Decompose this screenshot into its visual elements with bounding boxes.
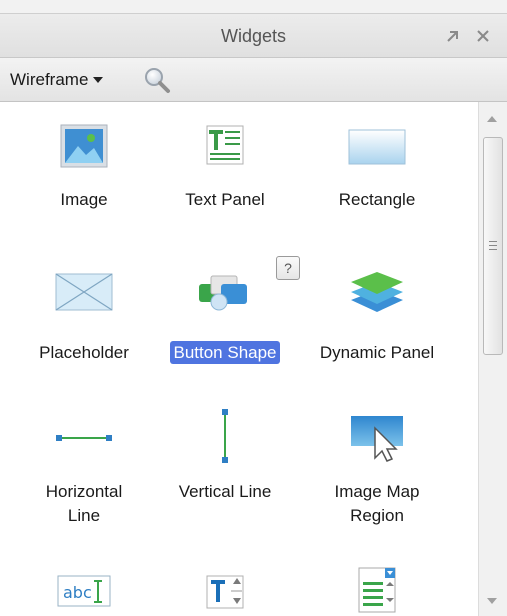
widget-label: Placeholder — [39, 343, 129, 362]
widget-image[interactable]: Image — [9, 120, 159, 220]
scroll-down-arrow[interactable] — [487, 598, 497, 604]
library-dropdown[interactable]: Wireframe — [10, 68, 104, 92]
widget-label: Image — [60, 190, 108, 209]
pin-icon[interactable] — [442, 25, 464, 47]
widget-label: Vertical Line — [178, 482, 272, 501]
panel-title: Widgets — [220, 26, 287, 46]
widget-horizontal-line[interactable]: Horizontal Line — [9, 412, 159, 542]
widget-rectangle[interactable]: Rectangle — [302, 120, 452, 220]
scroll-grip-line — [489, 241, 497, 242]
dynamic-panel-icon — [351, 272, 403, 312]
scroll-up-arrow[interactable] — [487, 116, 497, 122]
text-field-icon: abc — [57, 575, 111, 607]
widgets-panel: Widgets Wireframe Image Text Panel Recta… — [0, 0, 507, 616]
widget-text-field[interactable]: abc — [9, 568, 159, 616]
image-icon — [60, 124, 108, 168]
widget-image-map-region[interactable]: Image Map Region — [302, 412, 452, 542]
chevron-down-icon — [93, 77, 104, 83]
rectangle-icon — [348, 129, 406, 165]
widget-text-area[interactable] — [150, 568, 300, 616]
vertical-line-icon — [222, 409, 228, 463]
droplist-icon — [358, 567, 396, 613]
library-dropdown-label: Wireframe — [10, 70, 89, 89]
horizontal-line-icon — [56, 435, 112, 441]
text-area-icon — [206, 575, 244, 609]
widget-droplist[interactable] — [302, 567, 452, 616]
search-icon[interactable] — [143, 66, 171, 94]
image-map-region-icon — [351, 416, 403, 462]
scroll-grip-line — [489, 249, 497, 250]
panel-titlebar: Widgets — [0, 13, 507, 58]
widget-label-line2: Region — [350, 506, 404, 525]
library-toolbar: Wireframe — [0, 58, 507, 102]
scroll-thumb[interactable] — [483, 137, 503, 355]
widget-placeholder[interactable]: Placeholder — [9, 266, 159, 366]
svg-text:abc: abc — [63, 583, 92, 602]
widget-label: Text Panel — [185, 190, 265, 209]
scroll-grip-line — [489, 245, 497, 246]
widget-button-shape[interactable]: Button Shape — [150, 266, 300, 366]
widget-label-selected: Button Shape — [150, 341, 300, 365]
button-shape-icon — [199, 275, 247, 311]
widget-grid: Image Text Panel Rectangle Placeholder B… — [0, 102, 478, 616]
text-panel-icon — [206, 125, 244, 165]
top-strip — [0, 0, 507, 13]
widget-dynamic-panel[interactable]: Dynamic Panel — [302, 266, 452, 366]
close-icon[interactable] — [472, 25, 494, 47]
widget-label: Rectangle — [338, 190, 416, 209]
widget-label-line2: Line — [67, 506, 101, 525]
help-badge[interactable]: ? — [276, 256, 300, 280]
vertical-scrollbar[interactable] — [478, 102, 507, 616]
widget-label: Dynamic Panel — [319, 343, 435, 362]
widget-label: Button Shape — [170, 341, 280, 364]
widget-label-line1: Horizontal — [45, 482, 123, 501]
widget-text-panel[interactable]: Text Panel — [150, 120, 300, 220]
widget-vertical-line[interactable]: Vertical Line — [150, 409, 300, 542]
widget-label-line1: Image Map — [334, 482, 420, 501]
placeholder-icon — [55, 273, 113, 311]
